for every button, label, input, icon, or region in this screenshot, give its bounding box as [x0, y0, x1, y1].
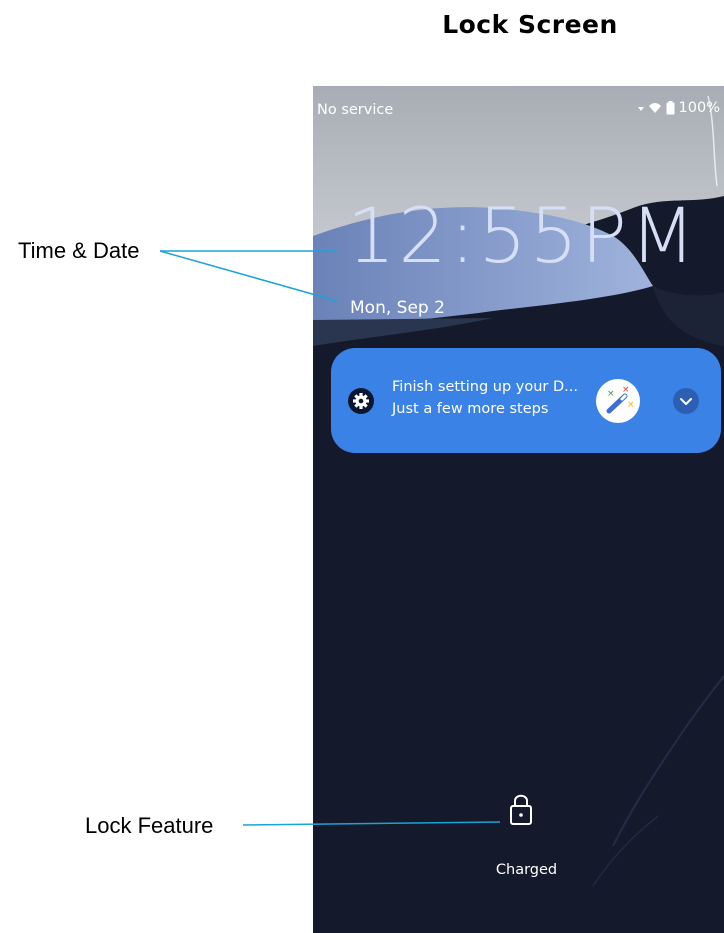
charging-status: Charged [495, 862, 558, 878]
status-bar: No service 100% [313, 86, 724, 134]
callout-label-time-date: Time & Date [18, 238, 140, 263]
notification-title: Finish setting up your D... [392, 379, 578, 395]
callout-line-date [159, 250, 338, 302]
signal-arrow-icon [637, 104, 644, 112]
callout-label-lock-feature: Lock Feature [85, 813, 214, 838]
carrier-status: No service [317, 102, 394, 118]
svg-text:×: × [627, 400, 635, 410]
battery-icon [666, 101, 675, 115]
figure-title: Lock Screen [442, 10, 618, 39]
setup-notification[interactable]: Finish setting up your D... Just a few m… [331, 348, 721, 453]
chevron-down-icon[interactable] [673, 388, 699, 414]
notification-text: Just a few more steps [392, 401, 549, 417]
battery-percent: 100% [678, 100, 720, 116]
phone-lock-screen: No service 100% 12:55PM Mon, Sep 2 Finis… [313, 86, 724, 933]
svg-text:×: × [607, 389, 615, 399]
lock-icon[interactable] [509, 791, 533, 827]
setup-wizard-wand-icon: × × × [596, 379, 640, 423]
settings-gear-icon [348, 388, 374, 414]
status-icons: 100% [637, 100, 720, 116]
wifi-icon [648, 102, 662, 114]
lock-screen-clock: 12:55PM [347, 191, 699, 280]
lock-screen-date: Mon, Sep 2 [350, 298, 445, 318]
svg-text:×: × [622, 385, 630, 395]
figure-page: Lock Screen Time & Date Lock Feature No … [0, 0, 724, 933]
